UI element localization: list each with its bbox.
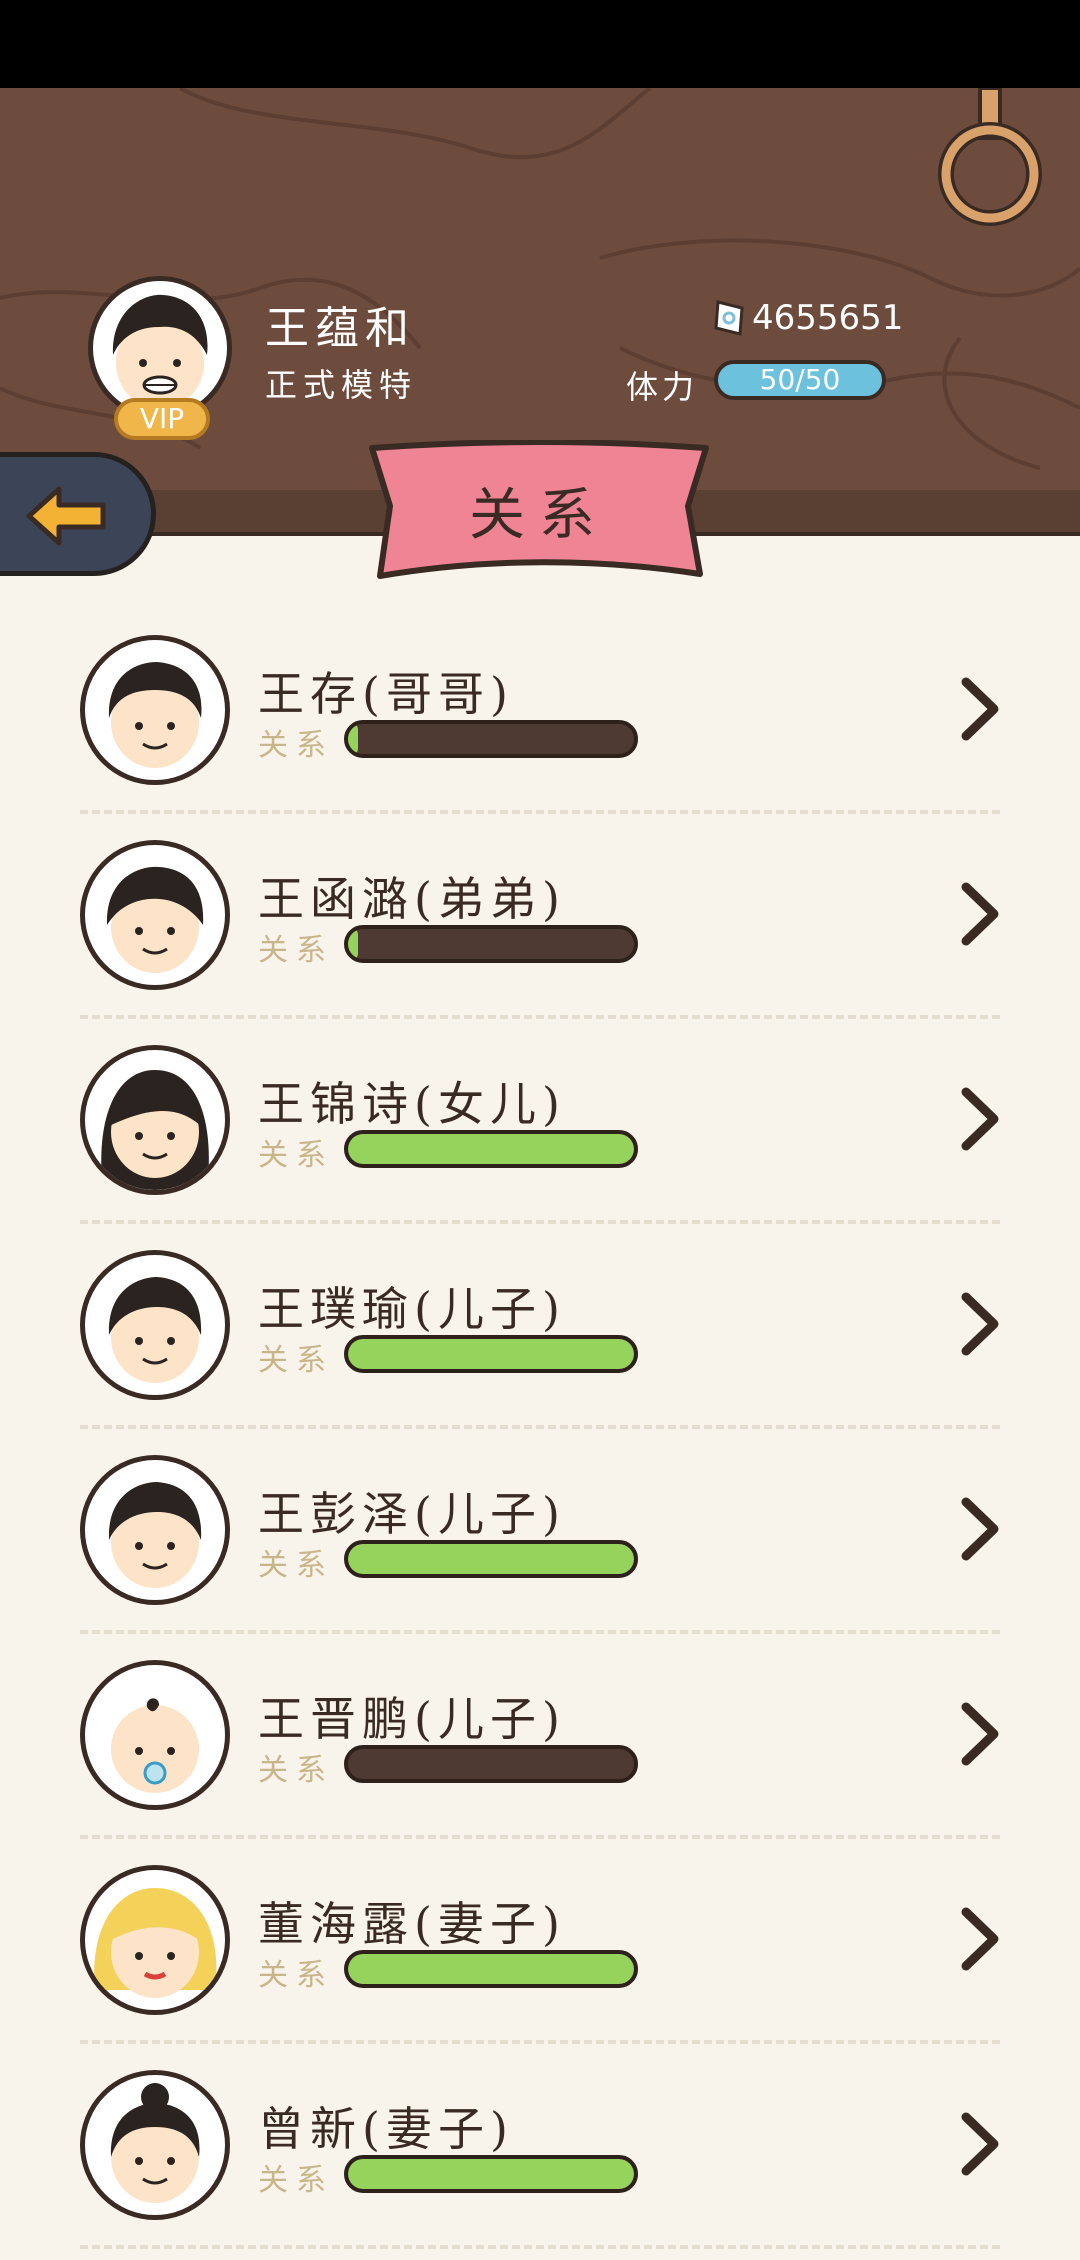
son-avatar xyxy=(80,1455,230,1605)
wife-blonde-avatar xyxy=(80,1865,230,2015)
chevron-right-icon[interactable] xyxy=(958,674,1004,744)
daughter-avatar xyxy=(80,1045,230,1195)
relation-row[interactable]: 王锦诗(女儿) 关系 xyxy=(0,1030,1080,1235)
chevron-right-icon[interactable] xyxy=(958,1494,1004,1564)
relation-progress-bar xyxy=(344,1335,638,1373)
relation-progress-fill xyxy=(348,2159,634,2189)
relation-name: 董海露(妻子) xyxy=(258,1897,566,1951)
relation-progress-bar xyxy=(344,1745,638,1783)
relation-progress-bar xyxy=(344,1130,638,1168)
relation-label: 关系 xyxy=(258,1548,334,1583)
relation-progress-fill xyxy=(348,1954,634,1984)
relation-name: 王晋鹏(儿子) xyxy=(258,1692,566,1746)
relation-row[interactable]: 王彭泽(儿子) 关系 xyxy=(0,1440,1080,1645)
relation-progress-bar xyxy=(344,1540,638,1578)
relation-label: 关系 xyxy=(258,1958,334,1993)
row-divider xyxy=(80,810,1000,814)
row-divider xyxy=(80,1835,1000,1839)
relation-progress-fill xyxy=(348,724,358,754)
row-divider xyxy=(80,1220,1000,1224)
player-title: 正式模特 xyxy=(265,366,418,404)
arrow-left-icon xyxy=(26,486,106,546)
money-amount: 4655651 xyxy=(752,298,904,338)
row-divider xyxy=(80,1425,1000,1429)
baby-son-avatar xyxy=(80,1660,230,1810)
row-divider xyxy=(80,1630,1000,1634)
son-avatar xyxy=(80,1250,230,1400)
relation-label: 关系 xyxy=(258,1753,334,1788)
back-button[interactable] xyxy=(0,452,156,576)
relation-progress-bar xyxy=(344,1950,638,1988)
row-divider xyxy=(80,1015,1000,1019)
page-title: 关系 xyxy=(469,483,609,548)
relation-name: 王璞瑜(儿子) xyxy=(258,1282,566,1336)
younger-brother-avatar xyxy=(80,840,230,990)
relation-name: 王锦诗(女儿) xyxy=(258,1077,566,1131)
relation-row[interactable]: 王璞瑜(儿子) 关系 xyxy=(0,1235,1080,1440)
chevron-right-icon[interactable] xyxy=(958,1289,1004,1359)
relation-progress-fill xyxy=(348,929,358,959)
player-name: 王蕴和 xyxy=(265,303,415,354)
older-brother-avatar xyxy=(80,635,230,785)
relation-row[interactable]: 董海露(妻子) 关系 xyxy=(0,1850,1080,2055)
relation-label: 关系 xyxy=(258,1138,334,1173)
relation-progress-fill xyxy=(348,1544,634,1574)
stamina-label: 体力 xyxy=(626,368,699,406)
chevron-right-icon[interactable] xyxy=(958,1904,1004,1974)
relation-progress-bar xyxy=(344,2155,638,2193)
banknote-icon xyxy=(714,300,744,336)
chevron-right-icon[interactable] xyxy=(958,1699,1004,1769)
wife-bun-avatar xyxy=(80,2070,230,2220)
relation-progress-bar xyxy=(344,720,638,758)
relation-row[interactable]: 王函潞(弟弟) 关系 xyxy=(0,825,1080,1030)
relation-progress-fill xyxy=(348,1134,634,1164)
relation-label: 关系 xyxy=(258,728,334,763)
row-divider xyxy=(80,2040,1000,2044)
relation-row[interactable]: 曾新(妻子) 关系 xyxy=(0,2055,1080,2260)
vip-badge: VIP xyxy=(114,398,210,440)
relation-row[interactable]: 王晋鹏(儿子) 关系 xyxy=(0,1645,1080,1850)
hanging-ring-icon xyxy=(938,88,1042,226)
relation-label: 关系 xyxy=(258,933,334,968)
relation-name: 王彭泽(儿子) xyxy=(258,1487,566,1541)
stamina-bar: 50/50 xyxy=(714,360,886,400)
relation-progress-fill xyxy=(348,1339,634,1369)
relation-name: 王存(哥哥) xyxy=(258,667,514,721)
relation-label: 关系 xyxy=(258,1343,334,1378)
status-bar xyxy=(0,0,1080,88)
chevron-right-icon[interactable] xyxy=(958,879,1004,949)
chevron-right-icon[interactable] xyxy=(958,2109,1004,2179)
chevron-right-icon[interactable] xyxy=(958,1084,1004,1154)
relation-label: 关系 xyxy=(258,2163,334,2198)
relation-name: 曾新(妻子) xyxy=(258,2102,514,2156)
relation-name: 王函潞(弟弟) xyxy=(258,872,566,926)
relation-progress-bar xyxy=(344,925,638,963)
relation-row[interactable]: 王存(哥哥) 关系 xyxy=(0,620,1080,825)
row-divider xyxy=(80,2245,1000,2249)
